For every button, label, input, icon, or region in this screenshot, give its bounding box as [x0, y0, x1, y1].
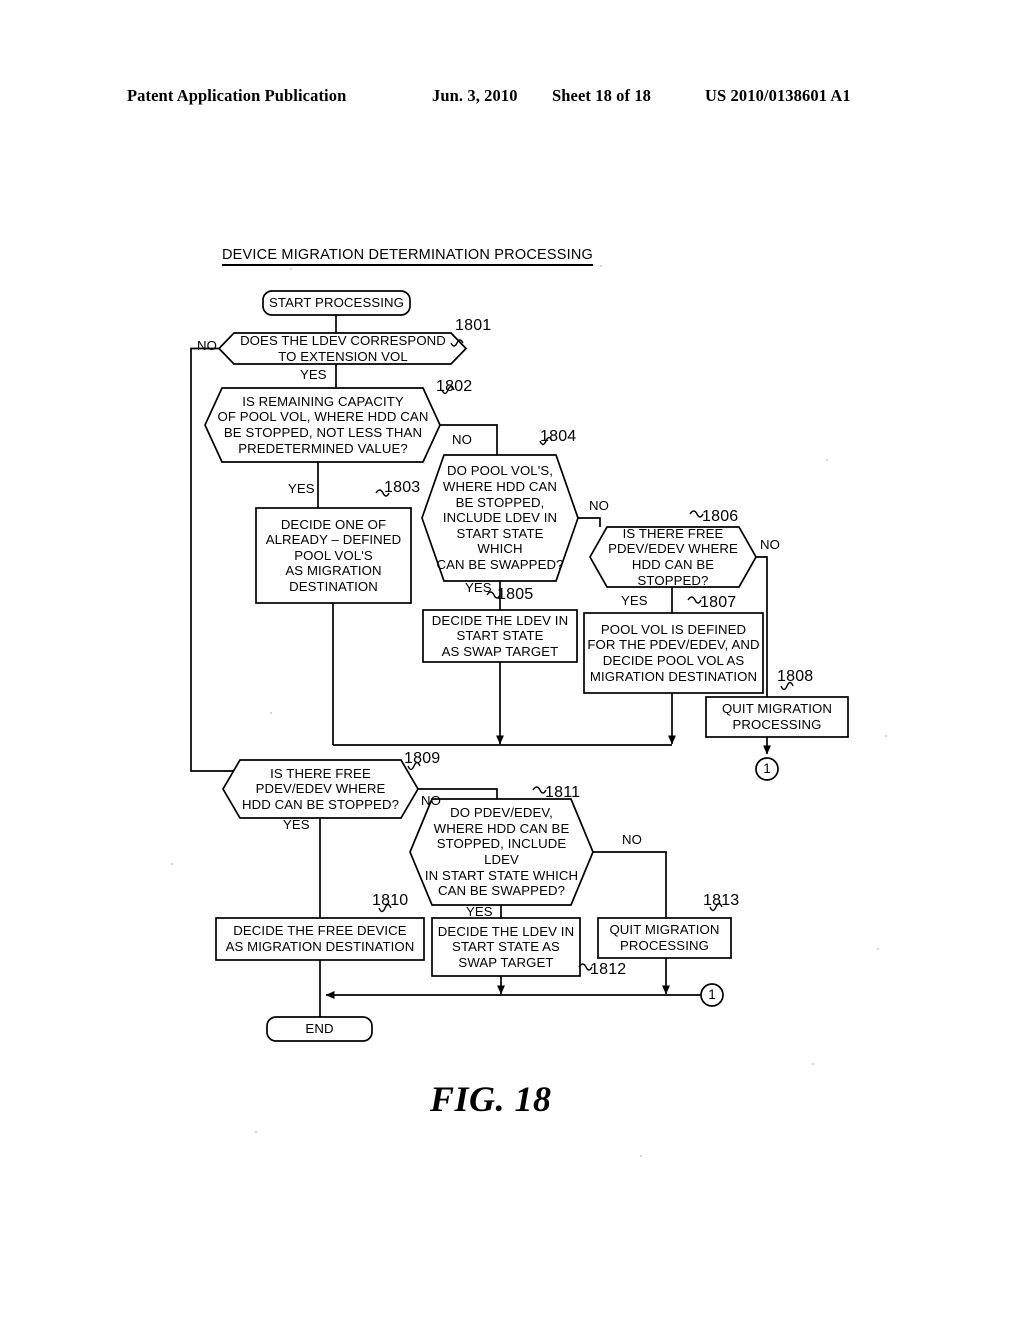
node-1812-shape — [431, 917, 581, 977]
connector-label-bottom: 1 — [708, 987, 716, 1002]
node-end-shape — [266, 1016, 373, 1042]
ref-1802: 1802 — [436, 378, 473, 395]
ref-1807: 1807 — [700, 594, 737, 611]
edge-label-yes-1801: YES — [300, 367, 327, 382]
node-1802-shape — [204, 387, 441, 463]
node-1806-shape — [589, 526, 757, 588]
ref-1803: 1803 — [384, 479, 421, 496]
node-1811-shape — [409, 798, 594, 906]
ref-1805: 1805 — [497, 586, 534, 603]
node-1808-shape — [705, 696, 849, 738]
scan-speck — [171, 863, 173, 865]
ref-1811: 1811 — [545, 784, 581, 801]
scan-speck — [255, 1131, 257, 1133]
node-1803-shape — [255, 507, 412, 604]
edge-label-yes-1806: YES — [621, 593, 648, 608]
scan-speck — [877, 948, 879, 950]
edge-label-yes-1804: YES — [465, 580, 492, 595]
edge-label-no-1806: NO — [760, 537, 780, 552]
ref-1813: 1813 — [703, 892, 740, 909]
node-1813-shape — [597, 917, 732, 959]
ref-1808: 1808 — [777, 668, 814, 685]
node-1805-shape — [422, 609, 578, 663]
ref-1810: 1810 — [372, 892, 409, 909]
node-1809-shape — [222, 759, 419, 819]
edge-label-no-1811: NO — [622, 832, 642, 847]
scan-speck — [885, 735, 887, 737]
figure-number: FIG. 18 — [430, 1079, 552, 1119]
ref-1801: 1801 — [455, 317, 492, 334]
edge-label-yes-1809: YES — [283, 817, 310, 832]
scan-speck — [826, 459, 828, 461]
edge-label-no-1802: NO — [452, 432, 472, 447]
flowchart-diagram — [190, 290, 849, 1042]
scan-speck — [812, 1063, 814, 1065]
scan-speck — [600, 265, 602, 267]
edge-label-yes-1811: YES — [466, 904, 493, 919]
node-1810-shape — [215, 917, 425, 961]
scan-speck — [270, 712, 272, 714]
edge-label-no-1809: NO — [421, 793, 441, 808]
edge-label-no-1801: NO — [197, 338, 217, 353]
ref-1812: 1812 — [590, 961, 627, 978]
ref-1809: 1809 — [404, 750, 441, 767]
edge-label-no-1804: NO — [589, 498, 609, 513]
connector-label-top: 1 — [763, 761, 771, 776]
node-1807-shape — [583, 612, 764, 694]
node-1801-shape — [217, 332, 468, 365]
scan-speck — [640, 1155, 642, 1157]
node-start-shape — [262, 290, 411, 316]
scan-speck — [290, 268, 292, 270]
edge-label-yes-1802: YES — [288, 481, 315, 496]
ref-1804: 1804 — [540, 428, 577, 445]
ref-1806: 1806 — [702, 508, 739, 525]
node-1804-shape — [421, 454, 579, 582]
